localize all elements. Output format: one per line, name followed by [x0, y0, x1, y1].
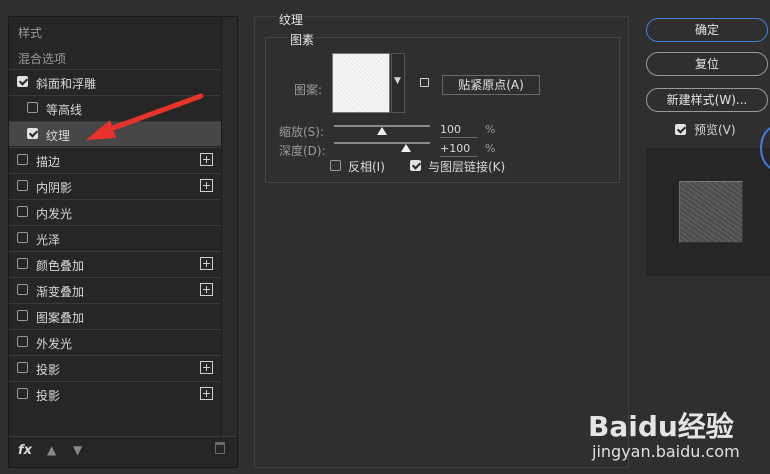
add-style-plus-icon[interactable] [200, 257, 213, 270]
chevron-down-icon: ▼ [394, 76, 401, 86]
add-style-plus-icon[interactable] [200, 179, 213, 192]
style-item[interactable]: 图案叠加 [9, 303, 221, 328]
elements-group: 图素 图案: ▼ 贴紧原点(A) 缩放(S): 100 % 深度(D): +10… [265, 31, 620, 183]
link-with-layer-checkbox[interactable] [410, 160, 421, 171]
style-item-label: 纹理 [46, 129, 71, 143]
depth-slider-track[interactable] [334, 142, 430, 144]
style-item-label: 等高线 [46, 103, 83, 117]
arrow-shaft [99, 93, 204, 135]
depth-slider-thumb[interactable] [401, 144, 411, 152]
style-item-checkbox[interactable] [17, 154, 28, 165]
add-style-plus-icon[interactable] [200, 387, 213, 400]
style-item[interactable]: 描边 [9, 147, 221, 172]
scale-input[interactable]: 100 [440, 123, 478, 138]
snap-to-origin-button[interactable]: 贴紧原点(A) [442, 75, 540, 95]
move-up-icon[interactable]: ▲ [47, 443, 56, 457]
style-item-checkbox[interactable] [17, 284, 28, 295]
new-preset-icon[interactable] [420, 78, 429, 87]
reset-button[interactable]: 复位 [646, 52, 768, 76]
style-item[interactable]: 光泽 [9, 225, 221, 250]
style-item-checkbox[interactable] [17, 310, 28, 321]
styles-list-footer: fx ▲ ▼ [9, 436, 237, 467]
styles-header[interactable]: 样式 [18, 24, 42, 41]
style-item[interactable]: 颜色叠加 [9, 251, 221, 276]
style-item-label: 描边 [36, 155, 61, 169]
style-item[interactable]: 外发光 [9, 329, 221, 354]
elements-group-title: 图素 [288, 31, 317, 48]
invert-checkbox[interactable] [330, 160, 341, 171]
style-item-label: 外发光 [36, 337, 73, 351]
depth-input[interactable]: +100 [440, 142, 478, 157]
style-item-label: 渐变叠加 [36, 285, 85, 299]
depth-label: 深度(D): [279, 144, 326, 158]
pattern-swatch[interactable] [332, 53, 390, 113]
scale-percent-label: % [485, 123, 496, 136]
new-style-button[interactable]: 新建样式(W)... [646, 88, 768, 112]
style-item-checkbox[interactable] [17, 336, 28, 347]
add-style-plus-icon[interactable] [200, 283, 213, 296]
preview-checkbox[interactable] [675, 124, 686, 135]
ok-button[interactable]: 确定 [646, 18, 768, 42]
red-arrow-annotation [86, 93, 204, 140]
style-item-checkbox[interactable] [17, 388, 28, 399]
style-item-label: 颜色叠加 [36, 259, 85, 273]
move-down-icon[interactable]: ▼ [73, 443, 82, 457]
scale-label: 缩放(S): [279, 125, 325, 139]
scale-slider-thumb[interactable] [377, 127, 387, 135]
styles-list-panel: 样式 混合选项 斜面和浮雕 等高线 纹理 描边 内阴影 内发光 光泽 颜色叠加 渐变叠加 图案叠加… [8, 16, 238, 468]
add-style-plus-icon[interactable] [200, 153, 213, 166]
style-item-checkbox[interactable] [17, 180, 28, 191]
style-item[interactable]: 投影 [9, 355, 221, 380]
add-style-plus-icon[interactable] [200, 361, 213, 374]
style-item[interactable]: 投影 [9, 381, 221, 406]
style-item-label: 光泽 [36, 233, 61, 247]
style-item-label: 内阴影 [36, 181, 73, 195]
pattern-label: 图案: [294, 83, 323, 97]
depth-percent-label: % [485, 142, 496, 155]
blending-options-header[interactable]: 混合选项 [18, 50, 66, 67]
style-item-label: 内发光 [36, 207, 73, 221]
arrow-head [86, 120, 116, 140]
preview-label[interactable]: 预览(V) [694, 121, 736, 138]
baidu-watermark-logo: Baidu经验 [588, 410, 734, 443]
texture-section-title: 纹理 [277, 11, 306, 28]
texture-settings-panel: 纹理 图素 图案: ▼ 贴紧原点(A) 缩放(S): 100 % 深度(D): … [254, 11, 629, 468]
style-item-label: 投影 [36, 363, 61, 377]
style-item-label: 图案叠加 [36, 311, 85, 325]
style-item-checkbox[interactable] [17, 362, 28, 373]
trash-icon[interactable] [215, 442, 225, 454]
invert-label[interactable]: 反相(I) [348, 158, 385, 175]
style-item-checkbox[interactable] [17, 206, 28, 217]
baidu-watermark-url: jingyan.baidu.com [592, 442, 740, 461]
link-with-layer-label[interactable]: 与图层链接(K) [428, 158, 505, 175]
style-item-checkbox[interactable] [27, 102, 38, 113]
preview-box [646, 148, 770, 276]
style-item[interactable]: 渐变叠加 [9, 277, 221, 302]
style-item-checkbox[interactable] [17, 232, 28, 243]
style-item-checkbox[interactable] [17, 76, 28, 87]
style-item[interactable]: 内发光 [9, 199, 221, 224]
preview-swatch [679, 181, 743, 243]
style-item-label: 投影 [36, 389, 61, 403]
style-item[interactable]: 内阴影 [9, 173, 221, 198]
style-item-checkbox[interactable] [17, 258, 28, 269]
fx-menu-button[interactable]: fx [18, 443, 32, 458]
style-item-checkbox[interactable] [27, 128, 38, 139]
pattern-picker-dropdown[interactable]: ▼ [391, 53, 405, 113]
styles-list-scrollbar[interactable] [221, 17, 237, 437]
